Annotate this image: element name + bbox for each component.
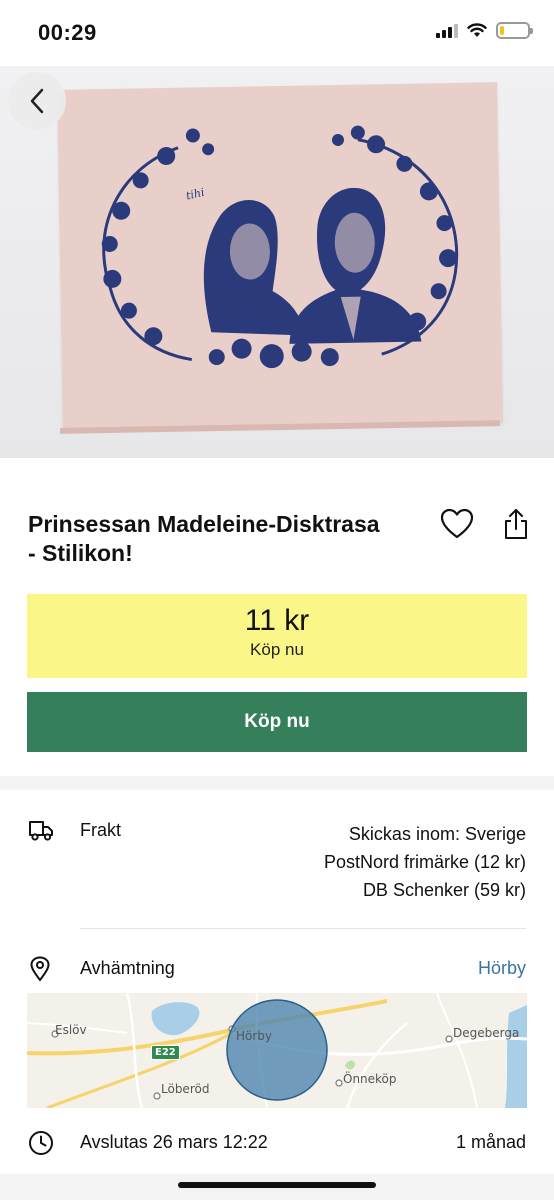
map-label-horby: Hörby xyxy=(236,1029,273,1043)
battery-icon xyxy=(496,22,533,39)
location-pin-icon xyxy=(30,956,50,981)
shipping-option-dbschenker: DB Schenker (59 kr) xyxy=(362,880,526,900)
shipping-label: Frakt xyxy=(80,820,122,840)
cellular-signal-icon xyxy=(436,23,458,38)
pickup-label: Avhämtning xyxy=(80,958,175,978)
back-button[interactable] xyxy=(8,72,66,130)
road-badge-e22: E22 xyxy=(151,1045,180,1060)
price-label: Köp nu xyxy=(250,640,304,659)
product-title: Prinsessan Madeleine-Disktrasa - Stiliko… xyxy=(28,511,380,566)
map-label-degeberga: Degeberga xyxy=(453,1026,520,1040)
battery-level-fill xyxy=(500,26,504,35)
heart-icon xyxy=(440,508,474,539)
status-bar: 00:29 xyxy=(0,0,554,66)
shipping-option-postnord: PostNord frimärke (12 kr) xyxy=(323,852,526,872)
share-button[interactable] xyxy=(502,508,530,540)
map-label-onnekop: Önneköp xyxy=(343,1072,397,1086)
price-box: 11 kr Köp nu xyxy=(27,594,527,678)
map-label-eslov: Eslöv xyxy=(55,1023,87,1037)
home-indicator[interactable] xyxy=(178,1182,376,1188)
clock-icon xyxy=(29,1131,53,1155)
product-image[interactable]: tihi xyxy=(0,66,554,458)
map-roads xyxy=(27,993,527,1108)
row-separator xyxy=(80,928,526,929)
cloth-text: tihi xyxy=(185,186,206,203)
pickup-map[interactable]: Eslöv Hörby Degeberga Löberöd Önneköp E2… xyxy=(27,993,527,1108)
pickup-city-link[interactable]: Hörby xyxy=(478,958,526,979)
price-value: 11 kr xyxy=(244,604,310,637)
shipping-options: Skickas inom: Sverige PostNord frimärke … xyxy=(324,820,526,904)
map-label-loberod: Löberöd xyxy=(161,1082,210,1096)
buy-now-button[interactable]: Köp nu xyxy=(27,692,527,752)
auction-end-time: Avslutas 26 mars 12:22 xyxy=(80,1132,268,1152)
shipping-region: Skickas inom: Sverige xyxy=(348,824,526,844)
royal-couple-print: tihi xyxy=(101,125,459,369)
truck-icon xyxy=(29,821,53,841)
dishcloth-photo: tihi xyxy=(57,82,503,430)
wifi-icon xyxy=(467,23,487,37)
share-icon xyxy=(505,509,527,539)
chevron-left-icon xyxy=(30,88,44,114)
status-time: 00:29 xyxy=(38,20,97,45)
auction-remaining: 1 månad xyxy=(455,1132,526,1152)
status-icons xyxy=(436,22,533,39)
section-divider xyxy=(0,776,554,790)
favorite-button[interactable] xyxy=(440,508,474,540)
